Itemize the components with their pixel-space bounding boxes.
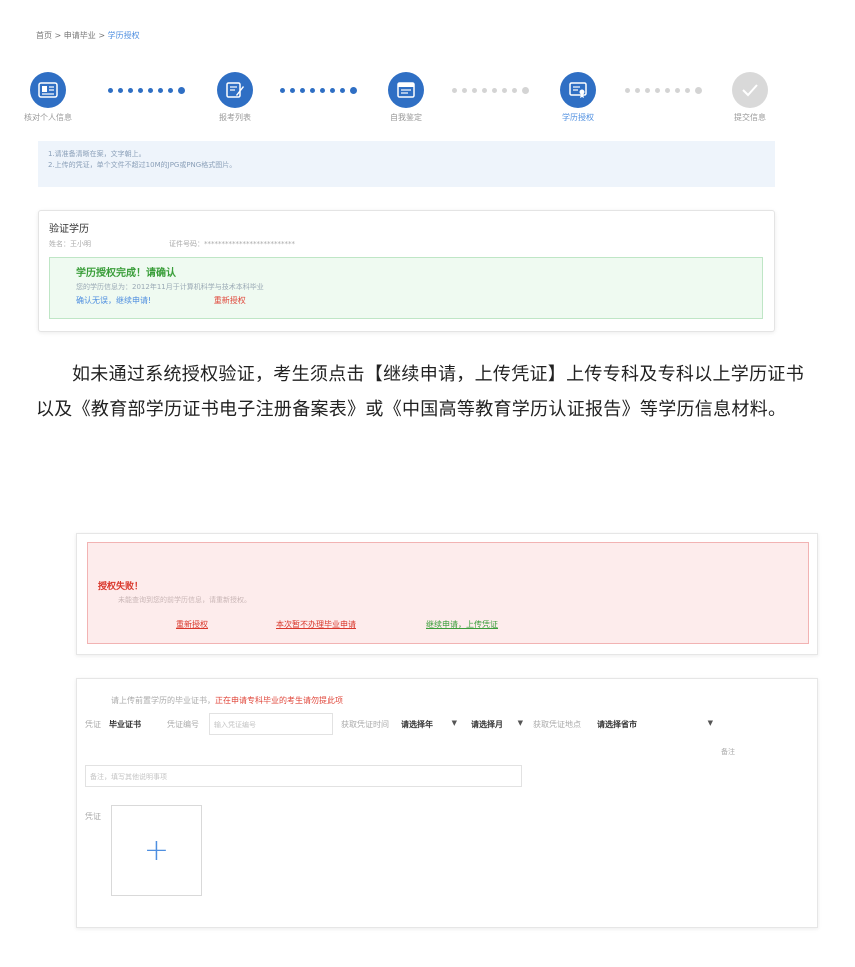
verify-title: 验证学历 [49, 224, 89, 235]
cert-type-label: 凭证 [85, 720, 101, 729]
cert-no-label: 凭证编号 [167, 720, 199, 729]
breadcrumb: 首页 > 申请毕业 > 学历授权 [36, 30, 140, 41]
name-label: 姓名： [49, 240, 70, 248]
skip-application-link[interactable]: 本次暂不办理毕业申请 [276, 619, 356, 630]
place-select[interactable]: 请选择省市 ▼ [593, 713, 715, 735]
remark-label: 备注 [721, 748, 735, 756]
chevron-down-icon: ▼ [517, 719, 523, 727]
id-info: 证件号码：************************** [169, 239, 295, 249]
step-label: 核对个人信息 [24, 113, 72, 122]
step-label: 提交信息 [734, 113, 766, 122]
cert-time-label: 获取凭证时间 [341, 720, 389, 729]
verify-degree-card: 验证学历 姓名：王小明 证件号码：***********************… [38, 210, 775, 332]
breadcrumb-apply[interactable]: 申请毕业 [64, 31, 96, 40]
step-connector [108, 86, 185, 94]
id-label: 证件号码： [169, 240, 204, 248]
step-connector [452, 86, 529, 94]
month-select[interactable]: 请选择月 ▼ [467, 713, 525, 735]
success-title: 学历授权完成！请确认 [76, 268, 176, 279]
year-select-value: 请选择年 [401, 720, 433, 729]
confirm-continue-link[interactable]: 确认无误，继续申请! [76, 296, 151, 305]
certificate-row: 凭证 毕业证书 凭证编号 输入凭证编号 获取凭证时间 请选择年 ▼ 请选择月 ▼ 获… [85, 713, 805, 735]
auth-success-screenshot: 首页 > 申请毕业 > 学历授权 核对个人信息 报考列表 自我鉴定 学历授权 提… [0, 0, 855, 345]
cert-type-value[interactable]: 毕业证书 [109, 719, 141, 730]
year-select[interactable]: 请选择年 ▼ [397, 713, 459, 735]
cert-place-label: 获取凭证地点 [533, 720, 581, 729]
certificate-icon [560, 72, 596, 108]
cert-no-input[interactable]: 输入凭证编号 [209, 713, 333, 735]
progress-stepper: 核对个人信息 报考列表 自我鉴定 学历授权 提交信息 [0, 72, 855, 132]
upload-certificate-card: 请上传前置学历的毕业证书，正在申请专科毕业的考生请勿提此项 凭证 毕业证书 凭证… [76, 678, 818, 928]
auth-failed-card: 授权失败！ 未能查询到您的前学历信息，请重新授权。 重新授权 本次暂不办理毕业申… [76, 533, 818, 655]
reauthorize-link[interactable]: 重新授权 [176, 619, 208, 630]
hint-warning: 正在申请专科毕业的考生请勿提此项 [215, 696, 343, 705]
tip-line: 1.请准备清晰在案，文字朝上。 [48, 150, 146, 158]
list-edit-icon [217, 72, 253, 108]
id-value: ************************** [204, 240, 295, 248]
step-label: 自我鉴定 [390, 113, 422, 122]
month-select-value: 请选择月 [471, 720, 503, 729]
reauthorize-link[interactable]: 重新授权 [214, 296, 246, 305]
image-upload-button[interactable]: + [111, 805, 202, 896]
success-alert: 学历授权完成！请确认 您的学历信息为：2012年11月于计算机科学与技术本科毕业… [49, 257, 763, 319]
plus-icon: + [143, 833, 170, 868]
breadcrumb-sep: > [52, 31, 64, 40]
breadcrumb-current: 学历授权 [107, 31, 140, 40]
step-self-evaluation: 自我鉴定 [366, 72, 446, 123]
name-value: 王小明 [70, 240, 91, 248]
breadcrumb-home[interactable]: 首页 [36, 31, 52, 40]
document-icon [388, 72, 424, 108]
step-connector [280, 86, 357, 94]
fail-alert: 授权失败！ 未能查询到您的前学历信息，请重新授权。 重新授权 本次暂不办理毕业申… [87, 542, 809, 644]
verify-info: 姓名：王小明 证件号码：************************** [49, 239, 295, 249]
place-select-value: 请选择省市 [597, 720, 637, 729]
step-label: 报考列表 [219, 113, 251, 122]
fail-title: 授权失败！ [98, 582, 144, 592]
step-degree-authorization: 学历授权 [538, 72, 618, 123]
success-desc: 您的学历信息为：2012年11月于计算机科学与技术本科毕业 [76, 283, 264, 291]
check-icon [732, 72, 768, 108]
fail-desc: 未能查询到您的前学历信息，请重新授权。 [118, 596, 251, 604]
chevron-down-icon: ▼ [707, 719, 713, 727]
remark-input[interactable]: 备注，填写其他说明事项 [85, 765, 522, 787]
cert-image-label: 凭证 [85, 812, 101, 821]
step-label: 学历授权 [562, 113, 594, 122]
tip-line: 2.上传的凭证，单个文件不超过10M的JPG或PNG格式图片。 [48, 161, 237, 169]
step-submit: 提交信息 [710, 72, 790, 123]
continue-upload-link[interactable]: 继续申请，上传凭证 [426, 619, 498, 630]
hint-text: 请上传前置学历的毕业证书， [111, 696, 215, 705]
breadcrumb-sep: > [95, 31, 108, 40]
success-actions: 确认无误，继续申请! 重新授权 [76, 295, 736, 306]
id-card-icon [30, 72, 66, 108]
instruction-paragraph: 如未通过系统授权验证，考生须点击【继续申请，上传凭证】上传专科及专科以上学历证书… [36, 364, 804, 420]
step-exam-list: 报考列表 [195, 72, 275, 123]
step-personal-info: 核对个人信息 [8, 72, 88, 123]
step-connector [625, 86, 702, 94]
chevron-down-icon: ▼ [451, 719, 457, 727]
tips-box: 1.请准备清晰在案，文字朝上。 2.上传的凭证，单个文件不超过10M的JPG或P… [38, 141, 775, 187]
upload-hint: 请上传前置学历的毕业证书，正在申请专科毕业的考生请勿提此项 [111, 695, 343, 706]
